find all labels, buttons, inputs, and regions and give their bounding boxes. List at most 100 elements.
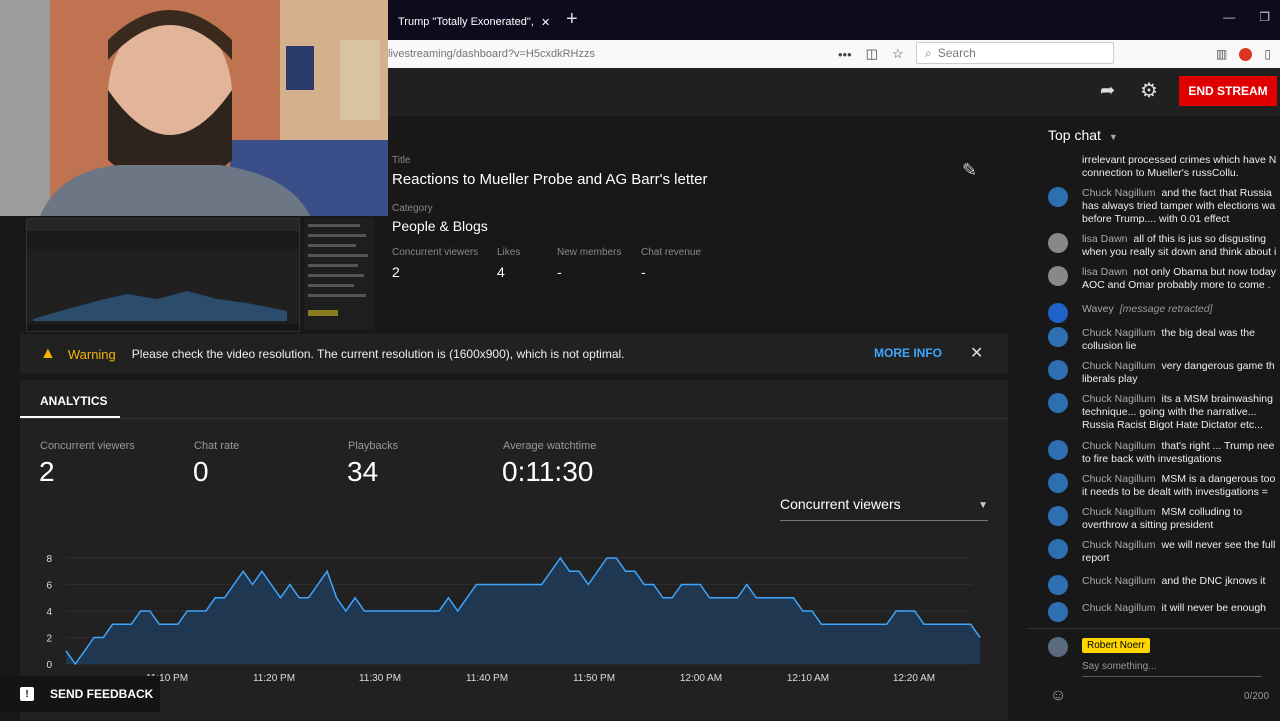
stream-title: Reactions to Mueller Probe and AG Barr's… bbox=[392, 171, 708, 188]
avatar bbox=[1048, 575, 1068, 595]
browser-tab[interactable]: Trump "Totally Exonerated", Ca ✕ bbox=[388, 4, 558, 40]
toolbar-icons: ▥ ▯ bbox=[1216, 42, 1271, 66]
avatar bbox=[1048, 602, 1068, 622]
warning-text: Please check the video resolution. The c… bbox=[131, 347, 625, 361]
chevron-down-icon: ▼ bbox=[1108, 132, 1118, 142]
edit-pencil-icon[interactable]: ✎ bbox=[962, 160, 977, 181]
send-feedback-button[interactable]: ! SEND FEEDBACK bbox=[0, 676, 160, 712]
search-icon: ⌕ bbox=[925, 45, 932, 60]
info-stat-label: New members bbox=[557, 247, 622, 258]
chat-text: and the DNC jknows it bbox=[1161, 575, 1266, 587]
chat-author[interactable]: lisa Dawn bbox=[1082, 233, 1128, 245]
chat-mode-label: Top chat bbox=[1048, 127, 1101, 143]
webcam-image bbox=[0, 0, 388, 216]
avatar bbox=[1048, 187, 1068, 207]
pocket-icon[interactable]: ◫ bbox=[866, 46, 878, 62]
tab-analytics[interactable]: ANALYTICS bbox=[40, 394, 108, 408]
x-tick-label: 12:10 AM bbox=[787, 673, 829, 684]
search-placeholder: Search bbox=[937, 46, 976, 60]
analytics-stat-value: 2 bbox=[39, 456, 55, 487]
analytics-stat-label: Playbacks bbox=[348, 440, 399, 452]
stream-preview-thumbnail bbox=[26, 218, 300, 332]
preview-chat-image bbox=[308, 224, 368, 316]
sidebar-icon[interactable]: ▯ bbox=[1264, 47, 1271, 61]
chat-message: Chuck Nagillum the big deal was the collu… bbox=[1048, 327, 1280, 353]
close-icon[interactable]: ✕ bbox=[970, 343, 983, 363]
divider bbox=[20, 418, 1008, 419]
chat-author[interactable]: Chuck Nagillum bbox=[1082, 360, 1156, 372]
warning-icon: ▲ bbox=[40, 345, 56, 362]
emoji-icon[interactable]: ☺ bbox=[1050, 687, 1066, 705]
chat-author[interactable]: Chuck Nagillum bbox=[1082, 539, 1156, 551]
avatar bbox=[1048, 233, 1068, 253]
x-tick-label: 11:40 PM bbox=[466, 673, 508, 684]
chat-author[interactable]: Chuck Nagillum bbox=[1082, 473, 1156, 485]
info-stat-value: - bbox=[641, 264, 646, 280]
end-stream-button[interactable]: END STREAM bbox=[1179, 76, 1277, 106]
chat-author[interactable]: Chuck Nagillum bbox=[1082, 506, 1156, 518]
close-tab-icon[interactable]: ✕ bbox=[541, 16, 550, 29]
chat-message: lisa Dawn all of this is jus so disgustin… bbox=[1048, 233, 1280, 259]
chat-author[interactable]: Wavey bbox=[1082, 303, 1114, 315]
chat-text: [message retracted] bbox=[1119, 303, 1213, 315]
chart-y-ticks: 0 2 4 6 8 bbox=[46, 554, 52, 671]
more-icon[interactable]: ••• bbox=[838, 47, 852, 62]
y-tick-label: 2 bbox=[46, 634, 52, 645]
x-tick-label: 12:20 AM bbox=[893, 673, 935, 684]
bookmark-star-icon[interactable]: ☆ bbox=[892, 46, 904, 62]
library-icon[interactable]: ▥ bbox=[1216, 47, 1227, 61]
preview-chat-thumbnail bbox=[304, 218, 374, 330]
chat-author[interactable]: Chuck Nagillum bbox=[1082, 327, 1156, 339]
dropdown-selected: Concurrent viewers bbox=[780, 496, 901, 512]
adblock-icon[interactable] bbox=[1239, 47, 1253, 61]
warning-label: Warning bbox=[67, 346, 116, 362]
chat-author[interactable]: Chuck Nagillum bbox=[1082, 187, 1156, 199]
chat-input[interactable]: Say something... bbox=[1082, 661, 1262, 677]
chat-author[interactable]: Chuck Nagillum bbox=[1082, 602, 1156, 614]
chat-author[interactable]: Chuck Nagillum bbox=[1082, 393, 1156, 405]
analytics-stat-label: Concurrent viewers bbox=[40, 440, 135, 452]
chat-author[interactable]: Chuck Nagillum bbox=[1082, 440, 1156, 452]
info-stat-label: Likes bbox=[497, 247, 521, 258]
url-actions: ••• ◫ ☆ bbox=[838, 42, 904, 66]
browser-search-input[interactable]: ⌕ Search bbox=[916, 42, 1114, 64]
gear-icon[interactable]: ⚙ bbox=[1140, 78, 1158, 103]
info-stat-value: 2 bbox=[392, 264, 400, 280]
more-info-link[interactable]: MORE INFO bbox=[874, 346, 942, 360]
chat-message: lisa Dawn not only Obama but now today AO… bbox=[1048, 266, 1280, 292]
share-icon[interactable]: ➦ bbox=[1100, 80, 1115, 101]
avatar bbox=[1048, 506, 1068, 526]
feedback-label: SEND FEEDBACK bbox=[50, 687, 154, 701]
char-count: 0/200 bbox=[1244, 691, 1270, 702]
avatar bbox=[1048, 393, 1068, 413]
chat-text: it will never be enough bbox=[1161, 602, 1267, 614]
info-stat-value: 4 bbox=[497, 264, 505, 280]
chat-author[interactable]: Chuck Nagillum bbox=[1082, 575, 1156, 587]
x-tick-label: 11:50 PM bbox=[573, 673, 615, 684]
avatar bbox=[1048, 637, 1068, 657]
chart-x-ticks: 11:10 PM 11:20 PM 11:30 PM 11:40 PM 11:50 PM… bbox=[146, 673, 935, 684]
window-controls: — ❐ bbox=[1223, 10, 1270, 24]
analytics-stat-label: Average watchtime bbox=[503, 440, 597, 452]
y-tick-label: 4 bbox=[46, 607, 52, 618]
restore-icon[interactable]: ❐ bbox=[1259, 10, 1270, 24]
url-bar[interactable]: livestreaming/dashboard?v=H5cxdkRHzzs bbox=[388, 40, 908, 68]
analytics-stat-value: 0 bbox=[193, 456, 209, 487]
metric-dropdown[interactable]: Concurrent viewers ▼ bbox=[780, 496, 988, 521]
new-tab-icon[interactable]: + bbox=[566, 8, 578, 31]
feedback-icon: ! bbox=[20, 687, 34, 701]
chat-author[interactable]: lisa Dawn bbox=[1082, 266, 1128, 278]
y-tick-label: 0 bbox=[46, 660, 52, 671]
chat-message: Chuck Nagillum MSM colluding to overthrow… bbox=[1048, 506, 1280, 532]
chat-message: Wavey [message retracted] bbox=[1048, 303, 1280, 323]
minimize-icon[interactable]: — bbox=[1223, 10, 1235, 24]
chat-mode-selector[interactable]: Top chat ▼ bbox=[1048, 127, 1118, 143]
stream-category: People & Blogs bbox=[392, 218, 488, 234]
info-stat-value: - bbox=[557, 264, 562, 280]
chat-message: Chuck Nagillum it will never be enough bbox=[1048, 602, 1280, 622]
analytics-stat-value: 0:11:30 bbox=[502, 456, 594, 487]
y-tick-label: 6 bbox=[46, 581, 52, 592]
avatar bbox=[1048, 539, 1068, 559]
chat-message: irrelevant processed crimes which have N… bbox=[1048, 154, 1280, 180]
chat-message: Chuck Nagillum and the fact that Russia h… bbox=[1048, 187, 1280, 226]
